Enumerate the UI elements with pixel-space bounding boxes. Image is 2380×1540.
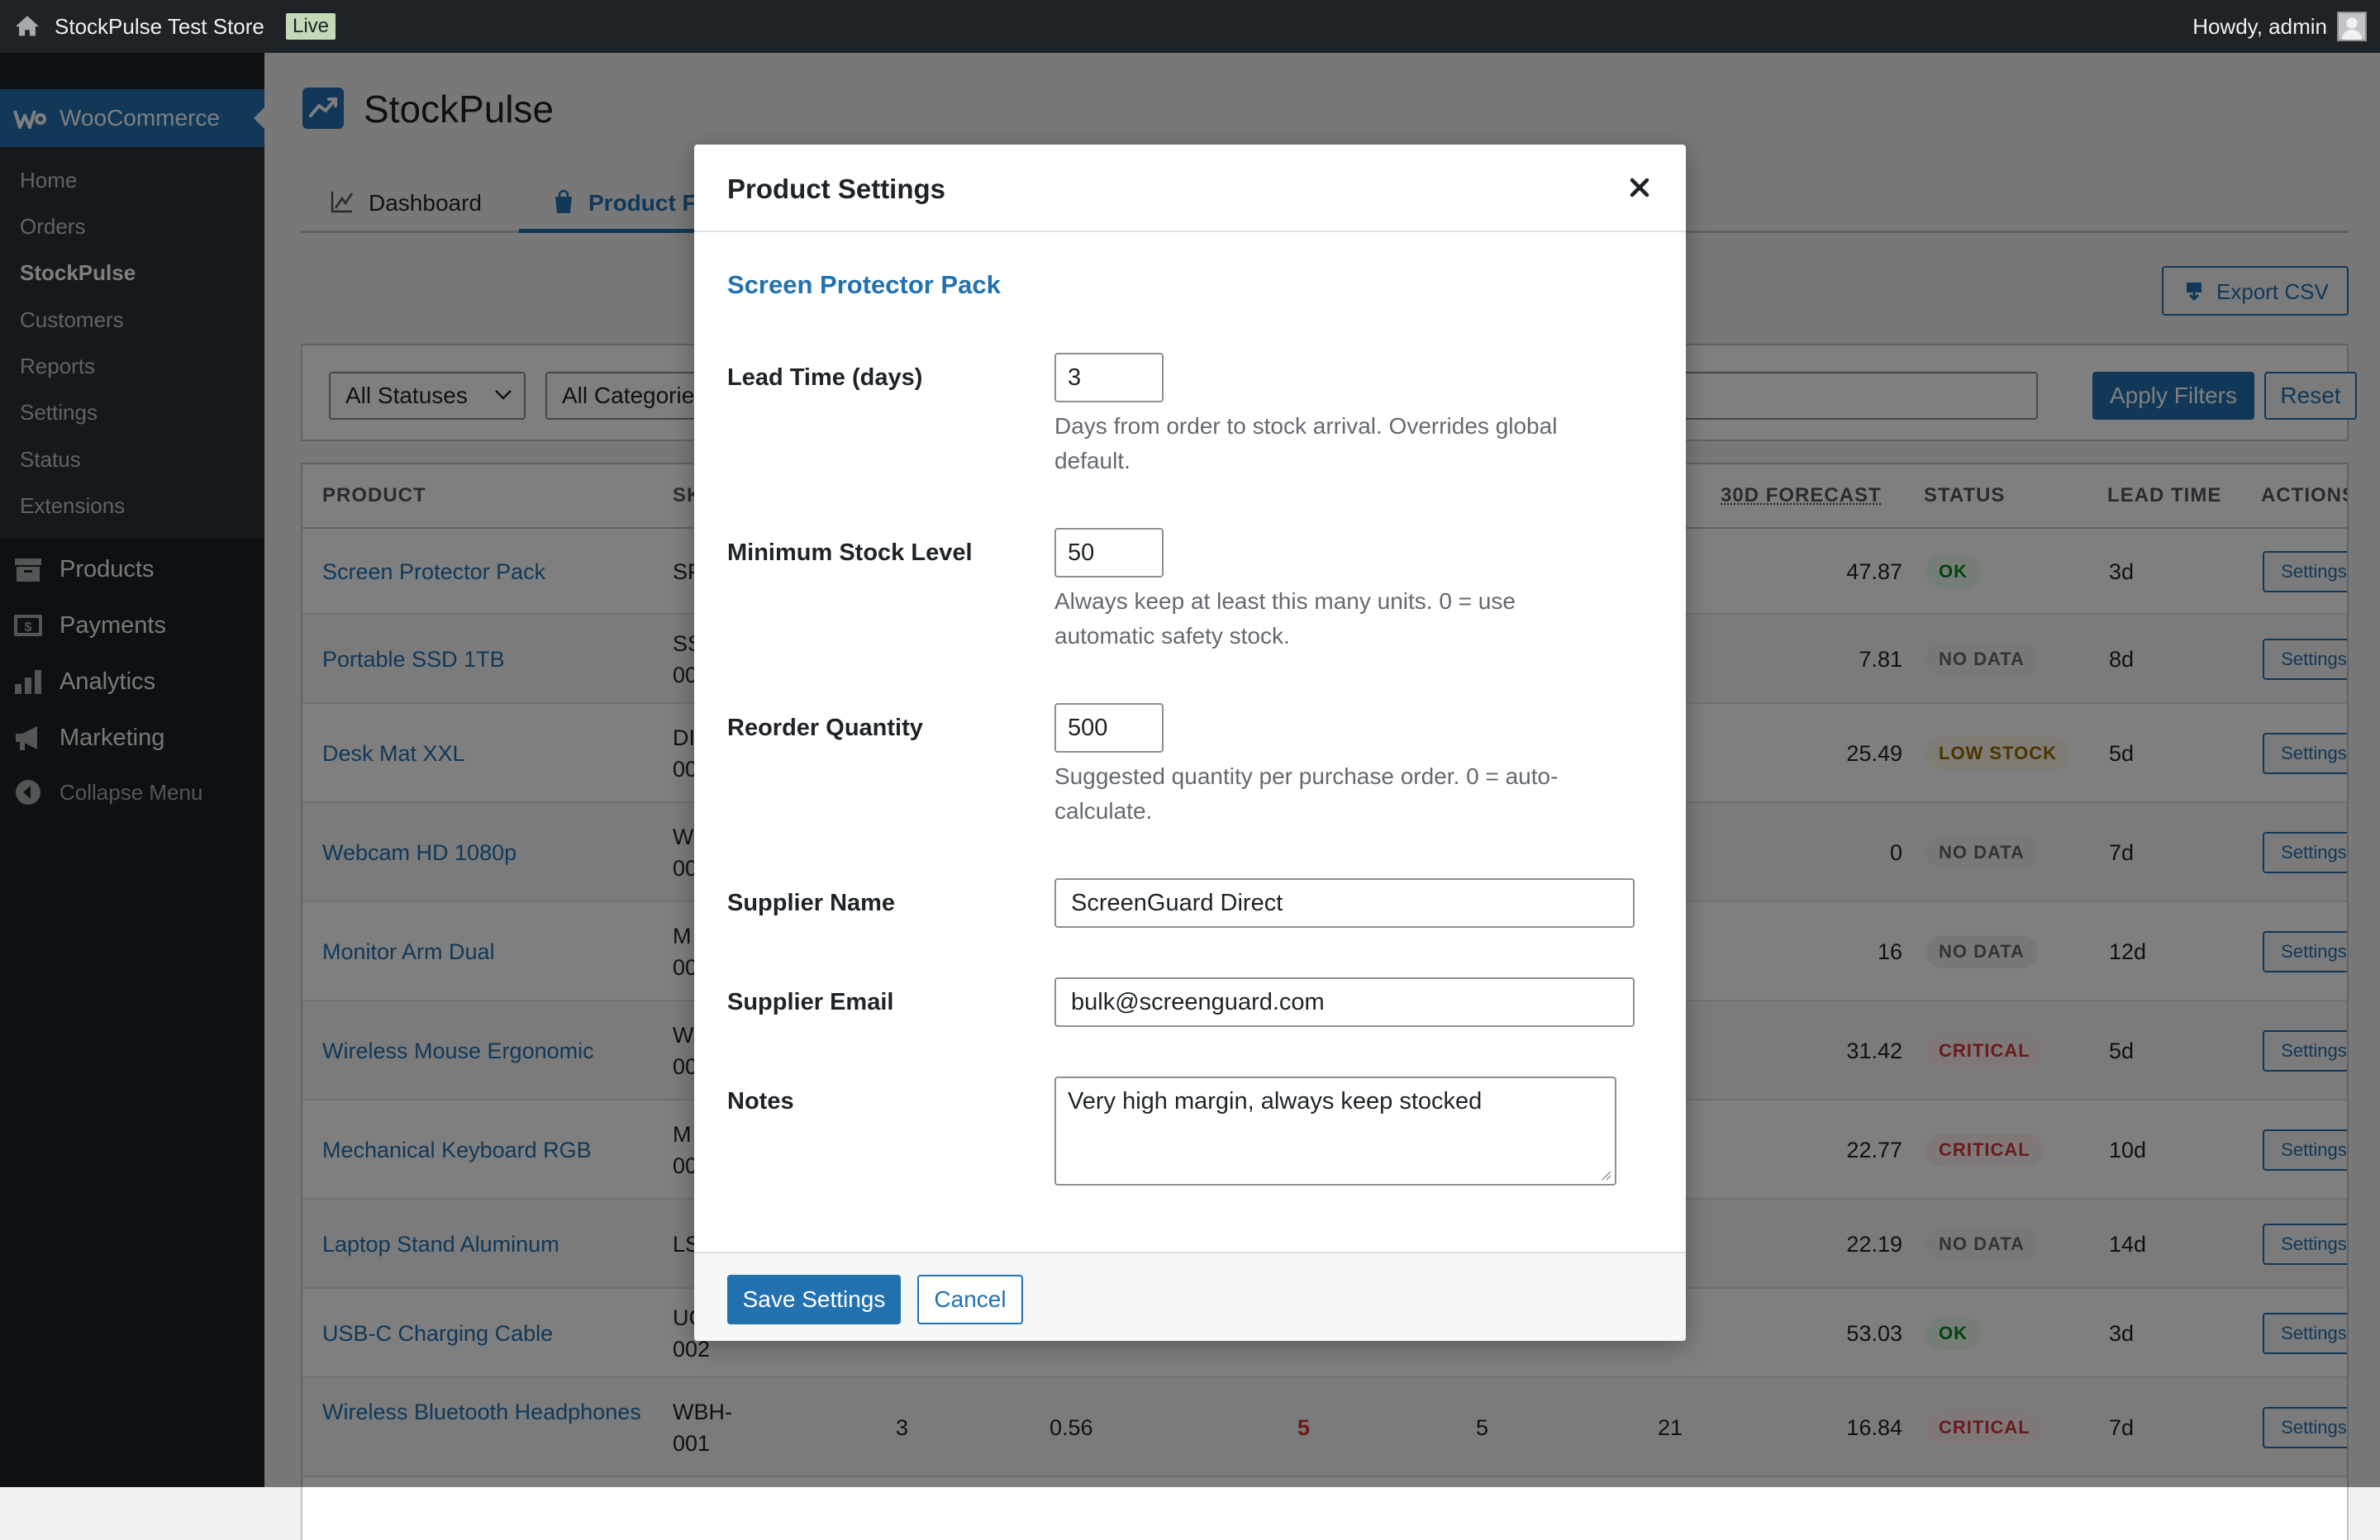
howdy-user-link[interactable]: Howdy, admin — [2192, 13, 2327, 40]
lead-time-description: Days from order to stock arrival. Overri… — [1054, 413, 1558, 473]
live-badge: Live — [286, 13, 336, 40]
modal-footer: Save Settings Cancel — [694, 1252, 1686, 1341]
min-stock-input[interactable]: 50 — [1054, 528, 1164, 578]
reorder-quantity-input[interactable]: 500 — [1054, 703, 1164, 753]
reorder-quantity-label: Reorder Quantity — [727, 715, 923, 741]
supplier-email-label: Supplier Email — [727, 989, 894, 1015]
cancel-button[interactable]: Cancel — [917, 1275, 1023, 1324]
reorder-quantity-description: Suggested quantity per purchase order. 0… — [1054, 763, 1559, 824]
supplier-email-input[interactable]: bulk@screenguard.com — [1054, 977, 1635, 1027]
site-name-link[interactable]: StockPulse Test Store — [55, 13, 264, 40]
resize-handle-icon[interactable] — [1598, 1167, 1611, 1181]
admin-bar: StockPulse Test Store Live Howdy, admin — [0, 0, 2380, 53]
lead-time-input[interactable]: 3 — [1054, 353, 1164, 402]
product-settings-modal: Product Settings Screen Protector Pack L… — [694, 145, 1686, 1341]
notes-value: Very high margin, always keep stocked — [1068, 1088, 1483, 1115]
home-icon[interactable] — [13, 12, 41, 40]
modal-header: Product Settings — [694, 145, 1686, 232]
save-settings-button[interactable]: Save Settings — [727, 1275, 901, 1324]
supplier-name-label: Supplier Name — [727, 890, 896, 916]
modal-title: Product Settings — [727, 173, 946, 204]
min-stock-label: Minimum Stock Level — [727, 539, 973, 566]
notes-label: Notes — [727, 1088, 794, 1115]
avatar[interactable] — [2337, 12, 2367, 41]
notes-textarea[interactable]: Very high margin, always keep stocked — [1054, 1077, 1616, 1186]
supplier-name-input[interactable]: ScreenGuard Direct — [1054, 878, 1635, 928]
lead-time-label: Lead Time (days) — [727, 364, 923, 391]
min-stock-description: Always keep at least this many units. 0 … — [1054, 588, 1516, 649]
close-icon[interactable] — [1626, 174, 1653, 201]
modal-product-name: Screen Protector Pack — [727, 270, 1001, 299]
